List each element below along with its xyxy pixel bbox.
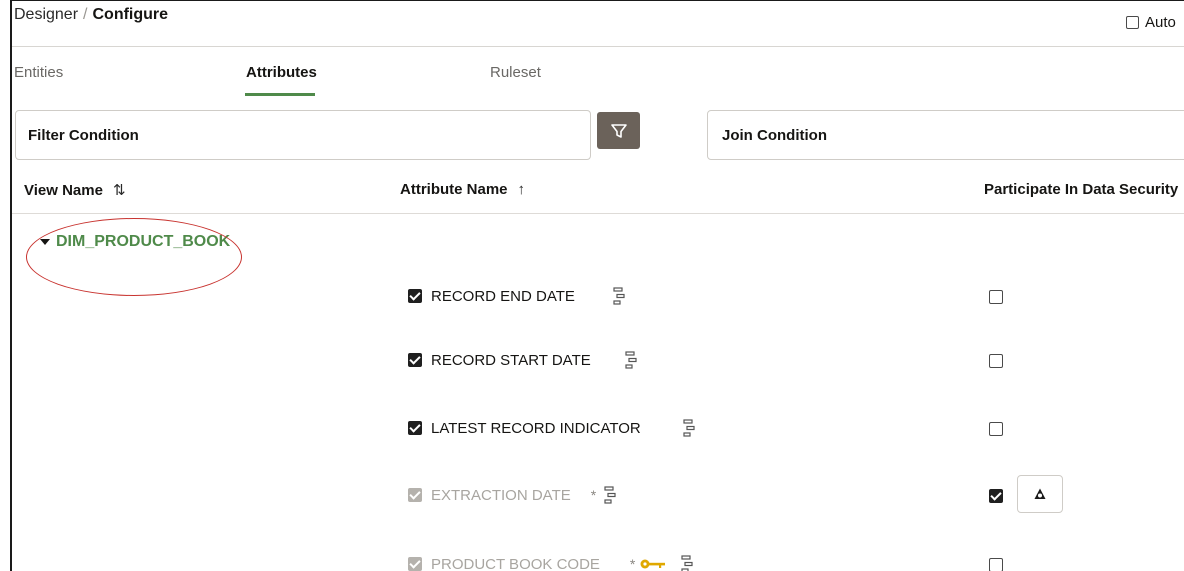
participate-checkbox[interactable] <box>989 489 1003 503</box>
attribute-label: EXTRACTION DATE <box>431 486 571 504</box>
table-row: RECORD END DATE <box>12 282 1184 312</box>
data-security-icon <box>1034 488 1046 499</box>
column-header-attribute-name[interactable]: Attribute Name ↑ <box>400 181 525 198</box>
view-name-label: View Name <box>24 182 103 199</box>
participate-checkbox[interactable] <box>989 354 1003 368</box>
column-header-view-name[interactable]: View Name ⇅ <box>24 181 126 199</box>
header-divider <box>12 213 1184 214</box>
attribute-checkbox[interactable] <box>408 353 422 367</box>
data-security-button[interactable] <box>1017 475 1063 513</box>
auto-checkbox-label: Auto <box>1145 14 1176 31</box>
attribute-label: LATEST RECORD INDICATOR <box>431 419 641 437</box>
attribute-checkbox <box>408 488 422 502</box>
attribute-checkbox <box>408 557 422 571</box>
filter-condition-placeholder: Filter Condition <box>28 126 139 144</box>
required-mark: * <box>590 487 597 503</box>
tab-ruleset[interactable]: Ruleset <box>490 64 541 81</box>
hierarchy-icon[interactable] <box>604 486 616 504</box>
table-row: PRODUCT BOOK CODE * <box>12 550 1184 571</box>
breadcrumb-configure: Configure <box>92 6 169 23</box>
breadcrumb-designer[interactable]: Designer <box>14 6 78 23</box>
participate-checkbox[interactable] <box>989 422 1003 436</box>
active-tab-indicator <box>245 93 315 96</box>
filter-condition-field[interactable]: Filter Condition <box>15 110 591 160</box>
attribute-label: RECORD START DATE <box>431 351 591 369</box>
table-row: LATEST RECORD INDICATOR <box>12 414 1184 444</box>
participate-checkbox[interactable] <box>989 558 1003 571</box>
app-frame: Designer / Configure Auto Entities Attribu… <box>10 0 1184 571</box>
auto-checkbox-box[interactable] <box>1126 16 1139 29</box>
join-condition-field[interactable]: Join Condition <box>707 110 1184 160</box>
sort-both-icon[interactable]: ⇅ <box>113 182 126 199</box>
join-condition-placeholder: Join Condition <box>722 126 827 144</box>
column-header-participate[interactable]: Participate In Data Security <box>984 181 1178 198</box>
attribute-name-label: Attribute Name <box>400 181 508 198</box>
required-mark: * <box>629 556 636 571</box>
hierarchy-icon[interactable] <box>613 287 625 305</box>
filter-button[interactable] <box>597 112 640 149</box>
tab-attributes[interactable]: Attributes <box>246 64 317 81</box>
breadcrumb: Designer / Configure <box>14 6 168 24</box>
sort-ascending-icon[interactable]: ↑ <box>518 181 526 198</box>
table-row: EXTRACTION DATE * <box>12 475 1184 513</box>
hierarchy-icon[interactable] <box>681 555 693 571</box>
attribute-label: RECORD END DATE <box>431 287 575 305</box>
attribute-label: PRODUCT BOOK CODE <box>431 555 600 571</box>
auto-checkbox[interactable]: Auto <box>1126 14 1176 31</box>
attribute-checkbox[interactable] <box>408 421 422 435</box>
participate-checkbox[interactable] <box>989 290 1003 304</box>
funnel-icon <box>610 123 627 138</box>
breadcrumb-separator: / <box>83 6 88 23</box>
page-header: Designer / Configure Auto <box>12 1 1184 47</box>
attribute-checkbox[interactable] <box>408 289 422 303</box>
table-row: RECORD START DATE <box>12 346 1184 376</box>
hierarchy-icon[interactable] <box>683 419 695 437</box>
key-icon <box>640 559 666 569</box>
hierarchy-icon[interactable] <box>625 351 637 369</box>
tab-entities[interactable]: Entities <box>14 64 63 81</box>
